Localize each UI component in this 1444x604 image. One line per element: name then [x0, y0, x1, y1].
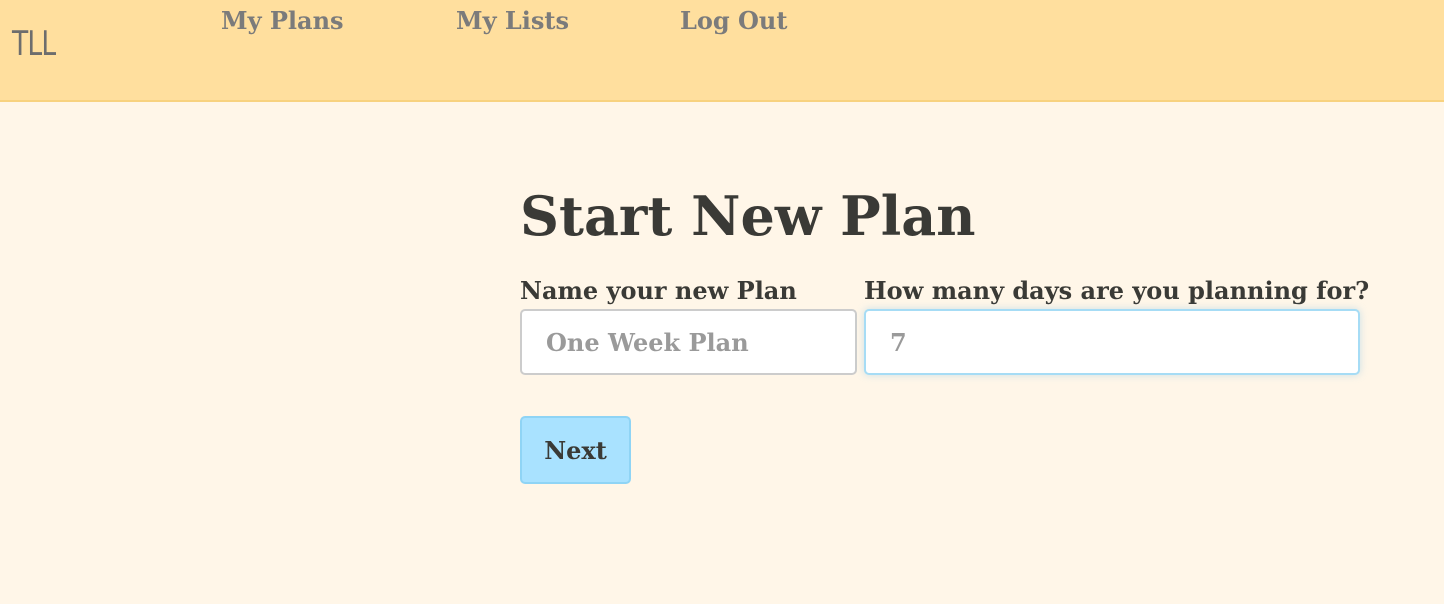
next-button[interactable]: Next — [520, 416, 631, 484]
site-logo[interactable]: TLL — [12, 24, 56, 64]
page-title: Start New Plan — [520, 184, 976, 248]
top-navigation-bar: TLL My Plans My Lists Log Out — [0, 0, 1444, 102]
plan-days-label: How many days are you planning for? — [864, 276, 1370, 305]
plan-name-label: Name your new Plan — [520, 276, 797, 305]
plan-name-input[interactable] — [520, 309, 857, 375]
plan-days-input[interactable] — [864, 309, 1360, 375]
nav-my-plans-link[interactable]: My Plans — [221, 6, 344, 35]
nav-my-lists-link[interactable]: My Lists — [456, 6, 569, 35]
nav-log-out-link[interactable]: Log Out — [680, 6, 787, 35]
